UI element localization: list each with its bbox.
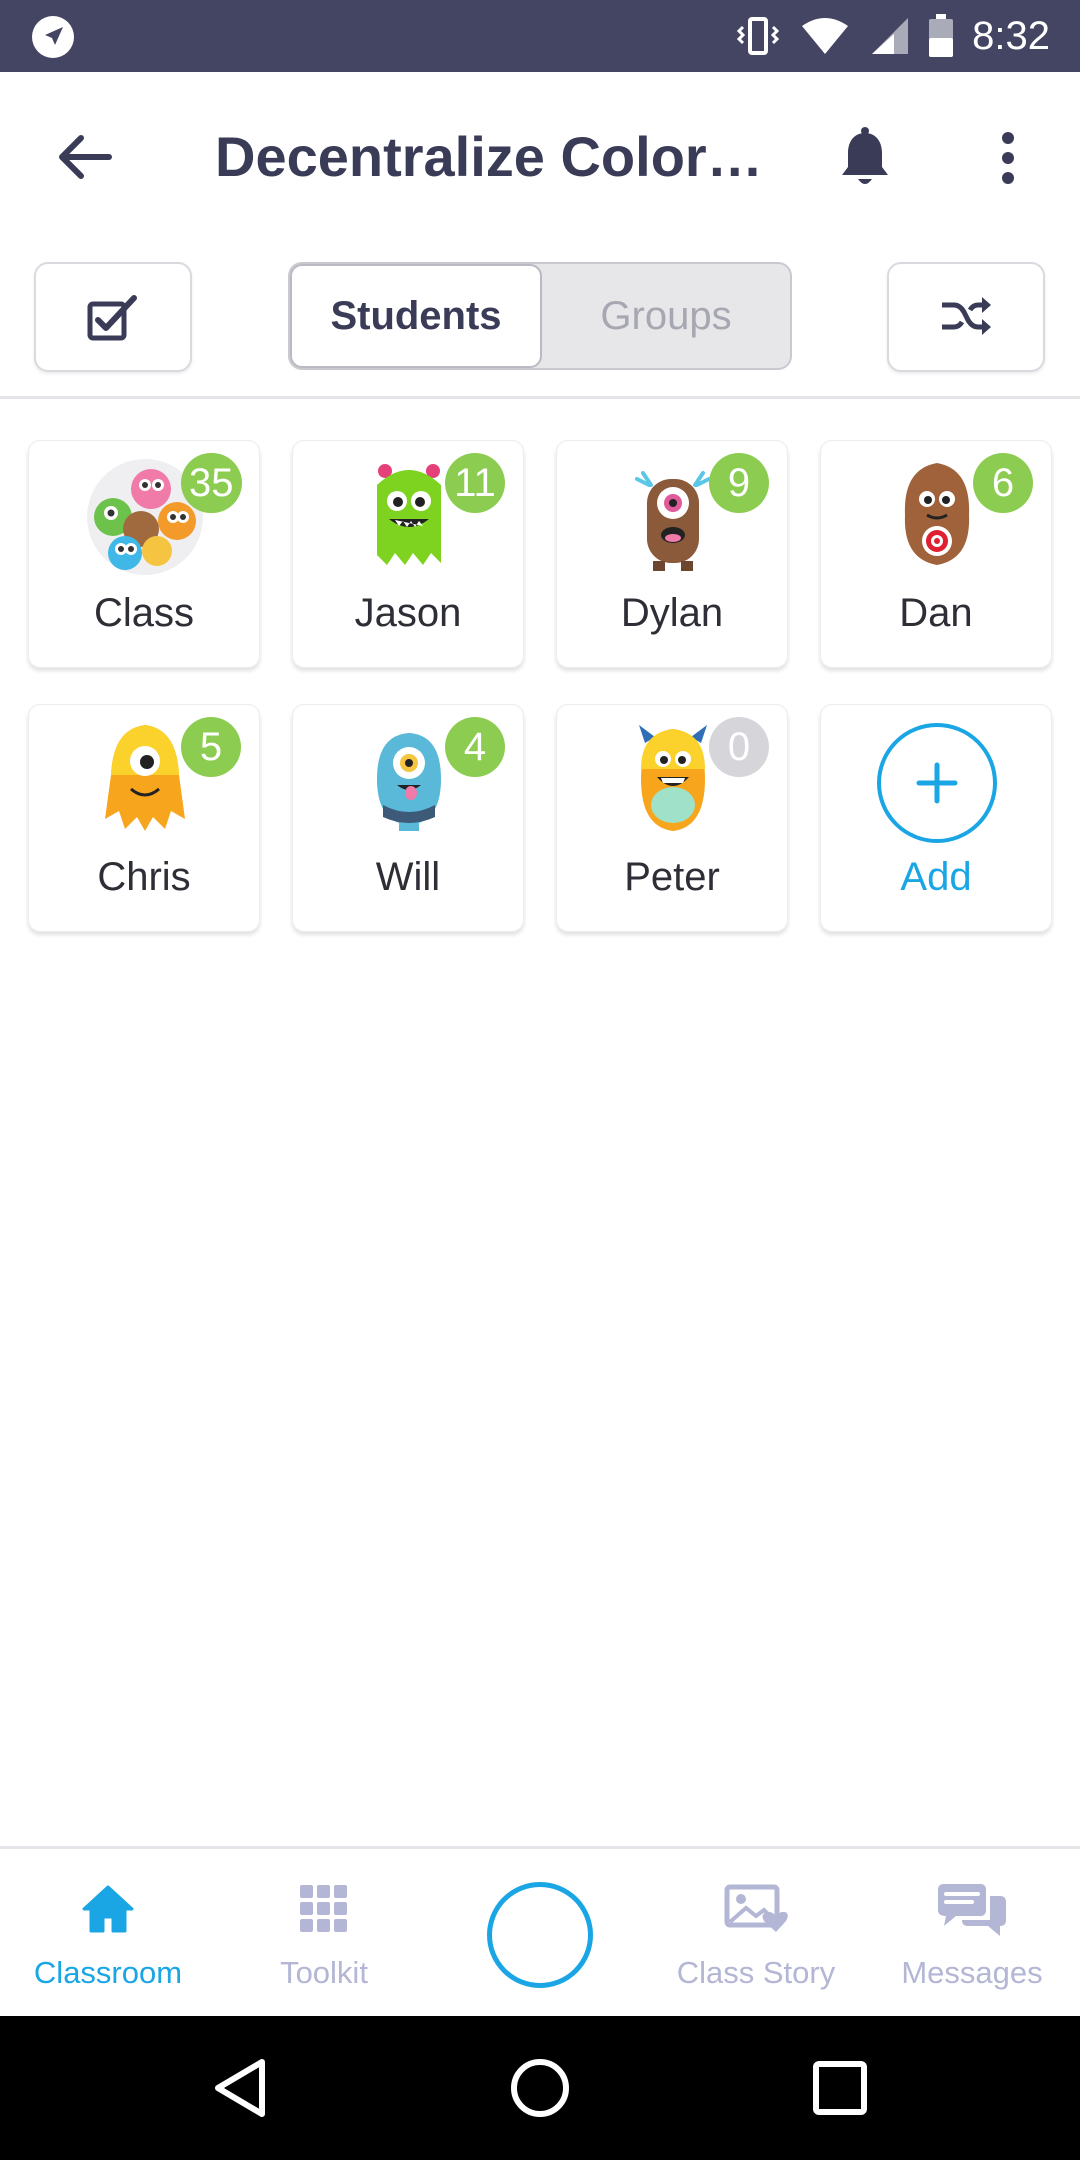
student-name: Class <box>93 591 195 635</box>
student-name: Dylan <box>620 591 724 635</box>
grid-icon <box>300 1885 347 1932</box>
points-badge: 4 <box>445 717 505 777</box>
vibrate-icon <box>737 17 780 55</box>
square-recents-icon <box>813 2061 867 2115</box>
system-navigation-bar <box>0 2016 1080 2160</box>
center-ring-icon <box>487 1882 593 1988</box>
nav-class-story[interactable]: Class Story <box>648 1849 864 2019</box>
back-arrow-icon <box>59 135 112 179</box>
chat-bubbles-icon <box>938 1884 1006 1936</box>
shuffle-icon <box>942 297 991 335</box>
tab-students[interactable]: Students <box>290 264 542 368</box>
add-circle <box>877 723 997 843</box>
system-back-button[interactable] <box>200 2048 280 2128</box>
select-multiple-button[interactable] <box>34 262 192 372</box>
points-badge: 0 <box>709 717 769 777</box>
points-badge: 6 <box>973 453 1033 513</box>
nav-label: Toolkit <box>280 1955 368 1990</box>
photo-heart-icon <box>724 1884 788 1932</box>
system-recents-button[interactable] <box>800 2048 880 2128</box>
tab-groups[interactable]: Groups <box>542 264 790 368</box>
points-badge: 9 <box>709 453 769 513</box>
student-card-dan[interactable]: 6 Dan <box>820 440 1052 668</box>
points-badge: 5 <box>181 717 241 777</box>
cell-signal-icon <box>872 18 909 54</box>
random-picker-button[interactable] <box>887 262 1045 372</box>
bell-icon <box>842 127 888 184</box>
nav-classroom[interactable]: Classroom <box>0 1849 216 2019</box>
nav-toolkit[interactable]: Toolkit <box>216 1849 432 2019</box>
student-card-class[interactable]: 35 Class <box>28 440 260 668</box>
checkbox-edit-icon <box>87 295 137 341</box>
bottom-navigation: Classroom Toolkit Class Story Messages <box>0 1846 1080 2016</box>
student-card-peter[interactable]: 0 Peter <box>556 704 788 932</box>
add-student-card[interactable]: Add <box>820 704 1052 932</box>
student-name: Chris <box>97 855 191 899</box>
student-name: Dan <box>899 591 973 635</box>
navigation-icon <box>32 16 74 58</box>
status-bar: 8:32 <box>0 0 1080 72</box>
student-name: Will <box>375 855 441 899</box>
nav-center-action[interactable] <box>432 1849 648 2019</box>
points-badge: 11 <box>445 453 505 513</box>
nav-label: Class Story <box>676 1955 836 1990</box>
app-header: Decentralize Color… <box>0 72 1080 242</box>
page-title: Decentralize Color… <box>215 125 763 188</box>
status-time: 8:32 <box>972 13 1050 58</box>
toolbar: Students Groups <box>0 242 1080 398</box>
students-groups-toggle: Students Groups <box>288 262 792 370</box>
add-label: Add <box>900 855 972 899</box>
student-name: Peter <box>624 855 720 899</box>
points-badge: 35 <box>181 453 242 513</box>
toolbar-divider <box>0 396 1080 399</box>
back-button[interactable] <box>50 122 120 192</box>
triangle-back-icon <box>215 2059 265 2117</box>
more-options-button[interactable] <box>980 120 1036 196</box>
nav-messages[interactable]: Messages <box>864 1849 1080 2019</box>
student-card-chris[interactable]: 5 Chris <box>28 704 260 932</box>
nav-label: Classroom <box>33 1955 183 1990</box>
plus-icon <box>916 762 958 804</box>
nav-label: Messages <box>901 1955 1043 1990</box>
notifications-button[interactable] <box>830 120 900 196</box>
student-card-dylan[interactable]: 9 Dylan <box>556 440 788 668</box>
student-name: Jason <box>354 591 462 635</box>
battery-icon <box>929 14 954 57</box>
system-home-button[interactable] <box>500 2048 580 2128</box>
student-card-jason[interactable]: 11 Jason <box>292 440 524 668</box>
student-card-will[interactable]: 4 Will <box>292 704 524 932</box>
home-icon <box>82 1885 134 1933</box>
circle-home-icon <box>511 2059 569 2117</box>
more-vert-icon <box>1002 132 1014 184</box>
wifi-icon <box>802 18 849 54</box>
